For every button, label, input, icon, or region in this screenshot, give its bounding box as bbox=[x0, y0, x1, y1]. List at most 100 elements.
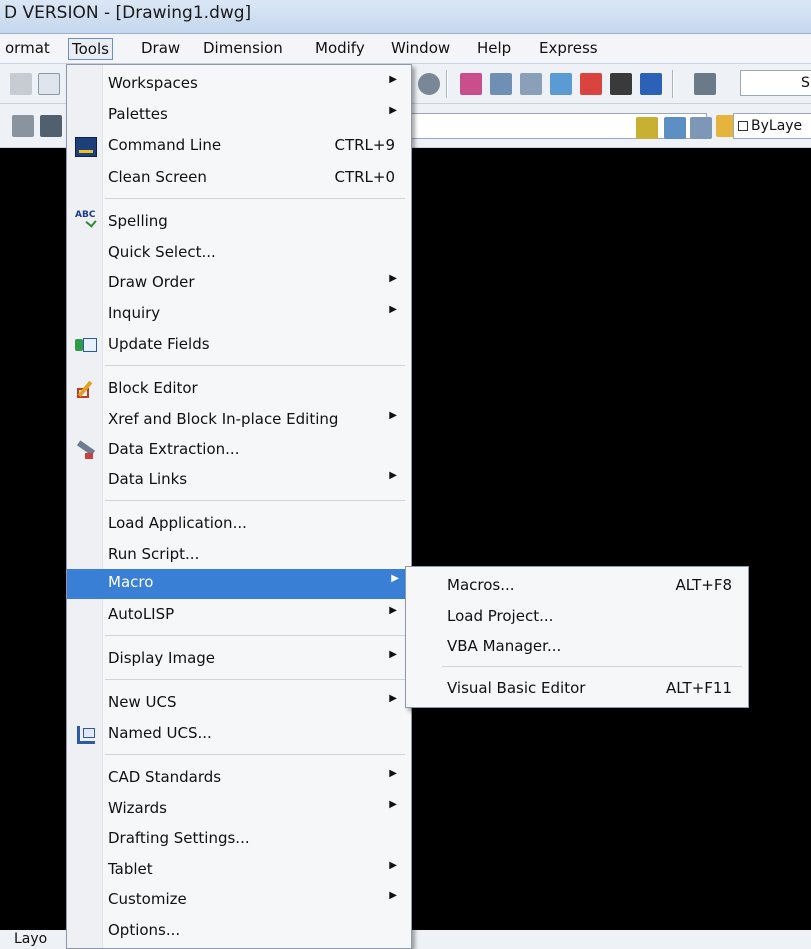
menu-item-label: Palettes bbox=[108, 105, 168, 123]
menu-item-label: VBA Manager... bbox=[447, 637, 562, 655]
layer-state-icon[interactable] bbox=[40, 115, 62, 137]
menu-item-display-image[interactable]: Display Image ▶ bbox=[69, 645, 409, 675]
menu-item-block-editor[interactable]: Block Editor bbox=[69, 375, 409, 405]
menu-item-run-script[interactable]: Run Script... bbox=[69, 541, 409, 571]
zoom-icon[interactable] bbox=[418, 73, 440, 95]
markup-icon[interactable] bbox=[580, 73, 602, 95]
menu-item-label: Inquiry bbox=[108, 304, 161, 322]
menu-item-inquiry[interactable]: Inquiry ▶ bbox=[69, 300, 409, 330]
menu-item-wizards[interactable]: Wizards ▶ bbox=[69, 795, 409, 825]
menu-draw[interactable]: Draw bbox=[138, 38, 183, 60]
menu-item-update-fields[interactable]: Update Fields bbox=[69, 331, 409, 361]
layer-manager-icon[interactable] bbox=[12, 115, 34, 137]
named-ucs-icon bbox=[75, 725, 97, 745]
menu-item-new-ucs[interactable]: New UCS ▶ bbox=[69, 689, 409, 719]
toolbar-separator bbox=[446, 70, 448, 98]
menu-window[interactable]: Window bbox=[388, 38, 453, 60]
submenu-arrow-icon: ▶ bbox=[389, 470, 397, 481]
menu-item-palettes[interactable]: Palettes ▶ bbox=[69, 101, 409, 131]
layer-previous-icon[interactable] bbox=[636, 117, 658, 139]
submenu-arrow-icon: ▶ bbox=[389, 605, 397, 616]
macro-submenu: Macros... ALT+F8 Load Project... VBA Man… bbox=[405, 566, 749, 708]
color-swatch-icon bbox=[738, 121, 748, 131]
layer-combo[interactable]: ▼ bbox=[404, 113, 707, 139]
menu-item-label: Visual Basic Editor bbox=[447, 679, 586, 697]
menu-item-tablet[interactable]: Tablet ▶ bbox=[69, 856, 409, 886]
submenu-arrow-icon: ▶ bbox=[389, 693, 397, 704]
submenu-arrow-icon: ▶ bbox=[389, 74, 397, 85]
menu-item-load-application[interactable]: Load Application... bbox=[69, 510, 409, 540]
menu-item-command-line[interactable]: Command Line CTRL+9 bbox=[69, 132, 409, 162]
menu-item-spelling[interactable]: ABC Spelling bbox=[69, 208, 409, 238]
bylayer-label: ByLaye bbox=[751, 118, 803, 134]
calculator-icon[interactable] bbox=[610, 73, 632, 95]
menu-item-cad-standards[interactable]: CAD Standards ▶ bbox=[69, 764, 409, 794]
menu-item-label: Spelling bbox=[108, 212, 168, 230]
help-icon[interactable] bbox=[640, 73, 662, 95]
menu-item-label: Data Links bbox=[108, 470, 188, 488]
menu-separator bbox=[105, 365, 405, 366]
menu-help[interactable]: Help bbox=[474, 38, 514, 60]
menu-modify[interactable]: Modify bbox=[312, 38, 368, 60]
design-center-icon[interactable] bbox=[490, 73, 512, 95]
submenu-arrow-icon: ▶ bbox=[389, 410, 397, 421]
title-bar: D VERSION - [Drawing1.dwg] bbox=[0, 0, 811, 34]
menu-item-label: Drafting Settings... bbox=[108, 829, 250, 847]
cut-icon[interactable] bbox=[10, 73, 32, 95]
block-editor-icon bbox=[75, 380, 97, 400]
menu-item-drafting-settings[interactable]: Drafting Settings... bbox=[69, 825, 409, 855]
menu-item-shortcut: CTRL+0 bbox=[334, 168, 395, 186]
command-line-icon bbox=[75, 137, 97, 157]
style-combo-text: S bbox=[801, 75, 810, 91]
menu-express[interactable]: Express bbox=[536, 38, 601, 60]
menu-item-draw-order[interactable]: Draw Order ▶ bbox=[69, 269, 409, 299]
window-title: D VERSION - [Drawing1.dwg] bbox=[4, 3, 252, 23]
menu-item-data-extraction[interactable]: Data Extraction... bbox=[69, 436, 409, 466]
menu-item-quick-select[interactable]: Quick Select... bbox=[69, 239, 409, 269]
menu-item-macro[interactable]: Macro ▶ bbox=[67, 569, 411, 599]
menu-tools[interactable]: Tools bbox=[68, 38, 113, 60]
submenu-arrow-icon: ▶ bbox=[391, 573, 399, 584]
layout-tab[interactable]: Layo bbox=[8, 930, 54, 949]
menu-item-customize[interactable]: Customize ▶ bbox=[69, 886, 409, 916]
copy-icon[interactable] bbox=[38, 73, 60, 95]
menu-dimension[interactable]: Dimension bbox=[200, 38, 286, 60]
properties-icon[interactable] bbox=[460, 73, 482, 95]
submenu-arrow-icon: ▶ bbox=[389, 304, 397, 315]
submenu-arrow-icon: ▶ bbox=[389, 649, 397, 660]
menu-separator bbox=[105, 679, 405, 680]
menu-item-label: Options... bbox=[108, 921, 181, 939]
menu-item-label: Load Application... bbox=[108, 514, 247, 532]
menu-item-label: Tablet bbox=[108, 860, 153, 878]
menu-item-shortcut: CTRL+9 bbox=[334, 136, 395, 154]
menu-item-workspaces[interactable]: Workspaces ▶ bbox=[69, 70, 409, 100]
submenu-arrow-icon: ▶ bbox=[389, 799, 397, 810]
submenu-item-load-project[interactable]: Load Project... bbox=[408, 603, 746, 633]
menu-item-autolisp[interactable]: AutoLISP ▶ bbox=[69, 601, 409, 631]
menu-item-shortcut: ALT+F11 bbox=[666, 679, 732, 697]
menu-format[interactable]: ormat bbox=[2, 38, 53, 60]
layer-isolate-icon[interactable] bbox=[664, 117, 686, 139]
text-style-icon[interactable] bbox=[694, 73, 716, 95]
color-control[interactable]: ByLaye bbox=[733, 113, 811, 139]
menu-item-named-ucs[interactable]: Named UCS... bbox=[69, 720, 409, 750]
menu-item-label: Draw Order bbox=[108, 273, 195, 291]
tool-palettes-icon[interactable] bbox=[520, 73, 542, 95]
menu-item-label: Command Line bbox=[108, 136, 222, 154]
update-fields-icon bbox=[75, 336, 97, 356]
submenu-item-vba-manager[interactable]: VBA Manager... bbox=[408, 633, 746, 663]
sheet-set-icon[interactable] bbox=[550, 73, 572, 95]
menu-item-options[interactable]: Options... bbox=[69, 917, 409, 947]
menu-item-label: Clean Screen bbox=[108, 168, 207, 186]
layer-walk-icon[interactable] bbox=[690, 117, 712, 139]
menu-item-shortcut: ALT+F8 bbox=[675, 576, 732, 594]
menu-bar: ormat Tools Draw Dimension Modify Window… bbox=[0, 34, 811, 64]
submenu-item-macros[interactable]: Macros... ALT+F8 bbox=[408, 572, 746, 602]
menu-item-label: Macros... bbox=[447, 576, 515, 594]
menu-item-data-links[interactable]: Data Links ▶ bbox=[69, 466, 409, 496]
submenu-item-visual-basic-editor[interactable]: Visual Basic Editor ALT+F11 bbox=[408, 675, 746, 705]
menu-item-xref-editing[interactable]: Xref and Block In-place Editing ▶ bbox=[69, 406, 409, 436]
data-extraction-icon bbox=[75, 440, 97, 461]
menu-item-clean-screen[interactable]: Clean Screen CTRL+0 bbox=[69, 164, 409, 194]
style-combo[interactable]: S bbox=[740, 70, 811, 96]
